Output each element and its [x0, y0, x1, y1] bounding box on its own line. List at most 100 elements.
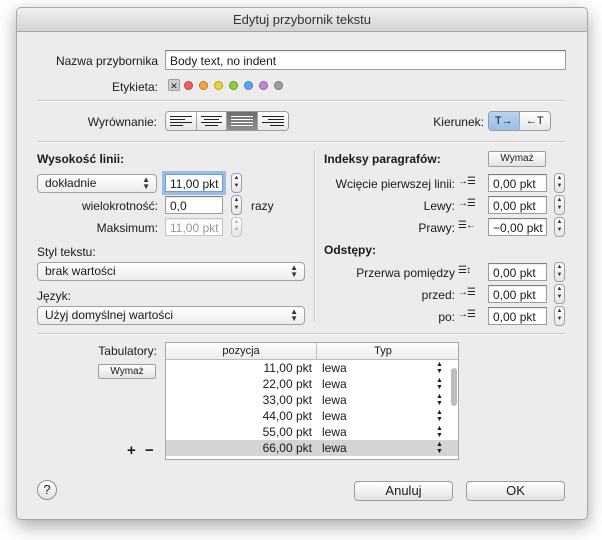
scrollbar-thumb[interactable] — [451, 368, 457, 406]
multiple-input[interactable]: 0,0 — [165, 196, 223, 214]
column-separator — [314, 150, 316, 322]
language-label: Język: — [37, 289, 72, 303]
line-height-title: Wysokość linii: — [37, 152, 125, 166]
direction-rtl-button[interactable]: ←T — [519, 112, 550, 130]
language-value: Użyj domyślnej wartości — [45, 308, 174, 322]
left-indent-label: Lewy: — [423, 199, 455, 213]
left-indent-icon: →☰ — [458, 198, 476, 209]
between-label: Przerwa pomiędzy — [356, 266, 455, 280]
line-height-mode-value: dokładnie — [45, 176, 97, 190]
before-label: przed: — [421, 288, 455, 302]
window-title: Edytuj przybornik tekstu — [17, 8, 587, 32]
table-row[interactable]: 66,00 pkt lewa ▲ ▼ — [166, 440, 458, 456]
max-stepper: ▲ ▼ — [231, 217, 242, 237]
text-style-popup[interactable]: brak wartości ▲ ▼ — [37, 262, 305, 281]
indents-title: Indeksy paragrafów: — [324, 152, 441, 166]
separator — [37, 333, 565, 335]
tag-blue[interactable] — [244, 81, 253, 90]
separator — [37, 141, 565, 143]
language-popup[interactable]: Użyj domyślnej wartości ▲ ▼ — [37, 306, 305, 325]
name-label: Nazwa przybornika — [55, 54, 158, 68]
table-row[interactable]: 22,00 pkt lewa ▲ ▼ — [166, 376, 458, 392]
popup-arrows-icon: ▲ ▼ — [290, 263, 298, 279]
align-center-icon — [200, 116, 222, 126]
table-row[interactable]: 33,00 pkt lewa ▲ ▼ — [166, 392, 458, 408]
remove-tab-button[interactable]: − — [145, 442, 154, 459]
alignment-segmented-control — [165, 111, 289, 131]
align-left-button[interactable] — [166, 112, 197, 130]
max-input: 11,00 pkt — [165, 218, 223, 236]
col-type-header[interactable]: Typ — [317, 343, 449, 359]
separator — [37, 100, 565, 102]
align-justify-button[interactable] — [227, 112, 258, 130]
max-label: Maksimum: — [96, 221, 158, 235]
add-tab-button[interactable]: + — [127, 442, 136, 459]
popup-arrows-icon[interactable]: ▲ ▼ — [436, 425, 443, 439]
direction-label: Kierunek: — [433, 115, 484, 129]
left-indent-input[interactable]: 0,00 pkt — [488, 196, 547, 214]
align-right-button[interactable] — [257, 112, 288, 130]
between-stepper[interactable]: ▲ ▼ — [554, 262, 565, 282]
right-indent-icon: ☰← — [458, 220, 476, 231]
line-height-mode-popup[interactable]: dokładnie ▲ ▼ — [37, 174, 157, 193]
line-height-stepper[interactable]: ▲ ▼ — [231, 173, 242, 193]
before-stepper[interactable]: ▲ ▼ — [554, 284, 565, 304]
tag-orange[interactable] — [199, 81, 208, 90]
tag-gray[interactable] — [274, 81, 283, 90]
first-line-input[interactable]: 0,00 pkt — [488, 174, 547, 192]
table-row[interactable]: 55,00 pkt lewa ▲ ▼ — [166, 424, 458, 440]
space-after-icon: →☰ — [458, 309, 476, 320]
multiple-stepper[interactable]: ▲ ▼ — [231, 195, 242, 215]
col-position-header[interactable]: pozycja — [166, 343, 317, 359]
table-row[interactable]: 44,00 pkt lewa ▲ ▼ — [166, 408, 458, 424]
first-line-stepper[interactable]: ▲ ▼ — [554, 173, 565, 193]
first-line-label: Wcięcie pierwszej linii: — [335, 177, 455, 191]
tag-yellow[interactable] — [214, 81, 223, 90]
space-before-icon: →☰ — [458, 287, 476, 298]
indents-clear-button[interactable]: Wymaż — [488, 151, 546, 167]
popup-arrows-icon[interactable]: ▲ ▼ — [436, 361, 443, 375]
tag-purple[interactable] — [259, 81, 268, 90]
tag-red[interactable] — [184, 81, 193, 90]
after-label: po: — [438, 310, 455, 324]
ok-button[interactable]: OK — [466, 481, 565, 501]
align-center-button[interactable] — [196, 112, 227, 130]
right-indent-input[interactable]: −0,00 pkt — [488, 218, 547, 236]
popup-arrows-icon[interactable]: ▲ ▼ — [436, 393, 443, 407]
after-stepper[interactable]: ▲ ▼ — [554, 306, 565, 326]
after-input[interactable]: 0,00 pkt — [488, 307, 547, 325]
direction-segmented-control: T→ ←T — [488, 111, 551, 131]
popup-arrows-icon[interactable]: ▲ ▼ — [436, 377, 443, 391]
popup-arrows-icon: ▲ ▼ — [142, 175, 150, 191]
help-button[interactable]: ? — [37, 480, 57, 500]
align-justify-icon — [231, 116, 253, 126]
tabs-table-header: pozycja Typ — [166, 343, 458, 360]
before-input[interactable]: 0,00 pkt — [488, 285, 547, 303]
table-row[interactable]: 11,00 pkt lewa ▲ ▼ — [166, 360, 458, 376]
tag-label: Etykieta: — [111, 80, 158, 94]
name-input[interactable]: Body text, no indent — [165, 50, 566, 70]
popup-arrows-icon: ▲ ▼ — [290, 307, 298, 323]
popup-arrows-icon[interactable]: ▲ ▼ — [436, 409, 443, 423]
spacing-title: Odstępy: — [324, 243, 377, 257]
between-input[interactable]: 0,00 pkt — [488, 263, 547, 281]
text-style-label: Styl tekstu: — [37, 245, 96, 259]
tag-green[interactable] — [229, 81, 238, 90]
align-right-icon — [261, 116, 284, 126]
left-indent-stepper[interactable]: ▲ ▼ — [554, 195, 565, 215]
first-line-indent-icon: →☰ — [458, 176, 476, 187]
text-style-value: brak wartości — [45, 264, 116, 278]
direction-ltr-button[interactable]: T→ — [489, 112, 520, 130]
tag-clear-button[interactable]: ✕ — [168, 79, 180, 91]
multiple-label: wielokrotność: — [81, 199, 158, 213]
right-indent-stepper[interactable]: ▲ ▼ — [554, 217, 565, 237]
right-indent-label: Prawy: — [418, 221, 455, 235]
tabs-scrollbar[interactable] — [450, 360, 458, 456]
line-spacing-icon: ☰↕ — [458, 265, 471, 276]
tabs-label: Tabulatory: — [98, 344, 157, 358]
cancel-button[interactable]: Anuluj — [354, 481, 453, 501]
line-height-input[interactable]: 11,00 pkt — [165, 174, 223, 192]
tabs-clear-button[interactable]: Wymaż — [98, 364, 156, 379]
popup-arrows-icon[interactable]: ▲ ▼ — [436, 441, 443, 455]
multiple-unit: razy — [251, 199, 274, 213]
